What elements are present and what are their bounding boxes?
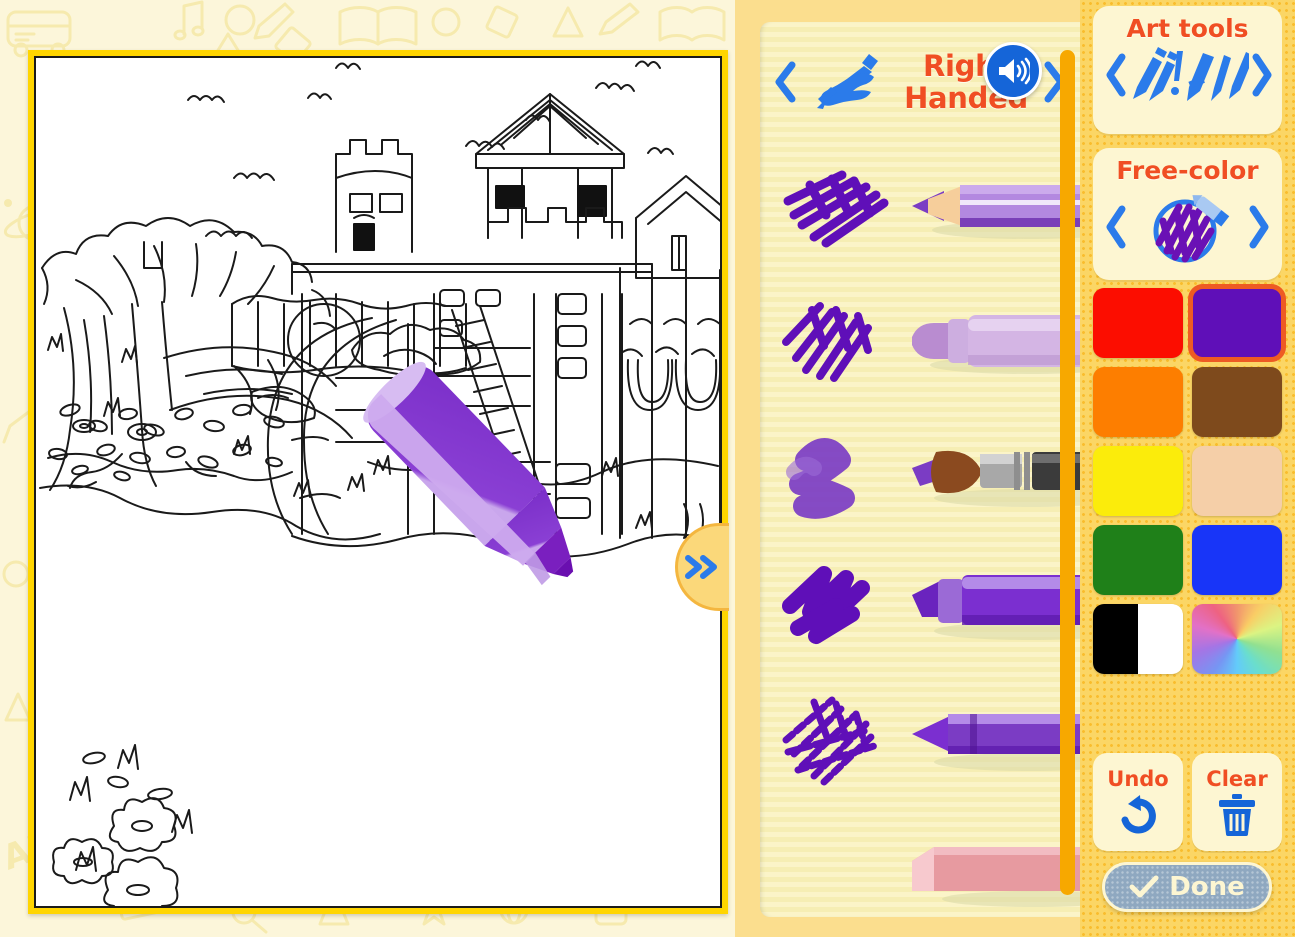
handedness-selector: Right Handed [760, 22, 1080, 142]
art-tools-title: Art tools [1126, 14, 1249, 43]
chevron-right-icon [1249, 205, 1269, 249]
coloring-page-lineart [39, 60, 720, 906]
color-swatch-rainbow[interactable] [1192, 604, 1282, 674]
clear-label: Clear [1206, 767, 1268, 791]
stroke-preview-felt-marker [760, 300, 910, 384]
speaker-on-icon [999, 57, 1030, 85]
tool-image-felt-marker [910, 307, 1080, 377]
right-sidebar: Art tools Free-color Undo Clear Done [1080, 0, 1295, 937]
drawing-canvas[interactable] [34, 56, 722, 908]
tool-row-colored-pencil[interactable] [760, 142, 1080, 275]
color-swatch-orange[interactable] [1093, 367, 1183, 437]
free-color-prev-button[interactable] [1103, 204, 1129, 250]
undo-label: Undo [1107, 767, 1169, 791]
handedness-prev-button[interactable] [766, 60, 806, 104]
canvas-area [0, 0, 735, 937]
chevron-left-icon [775, 61, 796, 103]
color-swatch-skin-peach[interactable] [1192, 446, 1282, 516]
canvas-frame [28, 50, 729, 914]
free-color-scribble-icon [1129, 187, 1246, 267]
trash-can-icon [1219, 794, 1255, 836]
tool-row-crayon[interactable] [760, 674, 1080, 807]
color-palette [1093, 284, 1286, 674]
stroke-preview-paint-brush [760, 430, 910, 520]
free-color-panel: Free-color [1093, 148, 1282, 280]
tool-drawer-panel: Right Handed [735, 0, 1080, 937]
done-button[interactable]: Done [1102, 862, 1272, 912]
clear-button[interactable]: Clear [1192, 753, 1282, 851]
chevron-left-icon [1106, 53, 1126, 97]
tool-image-eraser [910, 839, 1080, 909]
stroke-preview-highlighter [760, 565, 910, 650]
action-buttons: Undo Clear [1093, 753, 1282, 851]
color-swatch-blue[interactable] [1192, 525, 1282, 595]
double-chevron-right-icon [684, 555, 717, 579]
color-swatch-yellow[interactable] [1093, 446, 1183, 516]
tool-image-paint-brush [910, 440, 1080, 510]
drawer-scrollbar[interactable] [1060, 50, 1075, 895]
color-swatch-green[interactable] [1093, 525, 1183, 595]
chevron-left-icon [1106, 205, 1126, 249]
color-swatch-red[interactable] [1093, 288, 1183, 358]
tool-row-highlighter[interactable] [760, 541, 1080, 674]
stroke-preview-crayon [760, 696, 910, 786]
free-color-next-button[interactable] [1246, 204, 1272, 250]
color-swatch-brown[interactable] [1192, 367, 1282, 437]
color-swatch-purple[interactable] [1188, 284, 1286, 362]
stroke-preview-colored-pencil [760, 167, 910, 251]
art-tools-prev-button[interactable] [1103, 52, 1129, 98]
tool-list [760, 142, 1080, 917]
color-swatch-black-white[interactable] [1093, 604, 1183, 674]
tool-image-colored-pencil [910, 174, 1080, 244]
art-tools-panel: Art tools [1093, 6, 1282, 134]
tool-row-eraser[interactable] [760, 807, 1080, 917]
writing-hand-icon [806, 52, 898, 112]
undo-arrow-icon [1121, 795, 1156, 834]
check-mark-icon [1129, 875, 1159, 898]
done-label: Done [1169, 872, 1245, 902]
tool-image-crayon [910, 706, 1080, 776]
speaker-button[interactable] [984, 42, 1042, 100]
tool-image-highlighter [910, 573, 1080, 643]
undo-button[interactable]: Undo [1093, 753, 1183, 851]
art-tools-next-button[interactable] [1249, 52, 1275, 98]
tool-row-felt-marker[interactable] [760, 275, 1080, 408]
tool-row-paint-brush[interactable] [760, 408, 1080, 541]
free-color-title: Free-color [1116, 156, 1259, 185]
art-tools-icon [1129, 45, 1249, 105]
tool-drawer-sheet: Right Handed [760, 22, 1080, 917]
chevron-right-icon [1252, 53, 1272, 97]
